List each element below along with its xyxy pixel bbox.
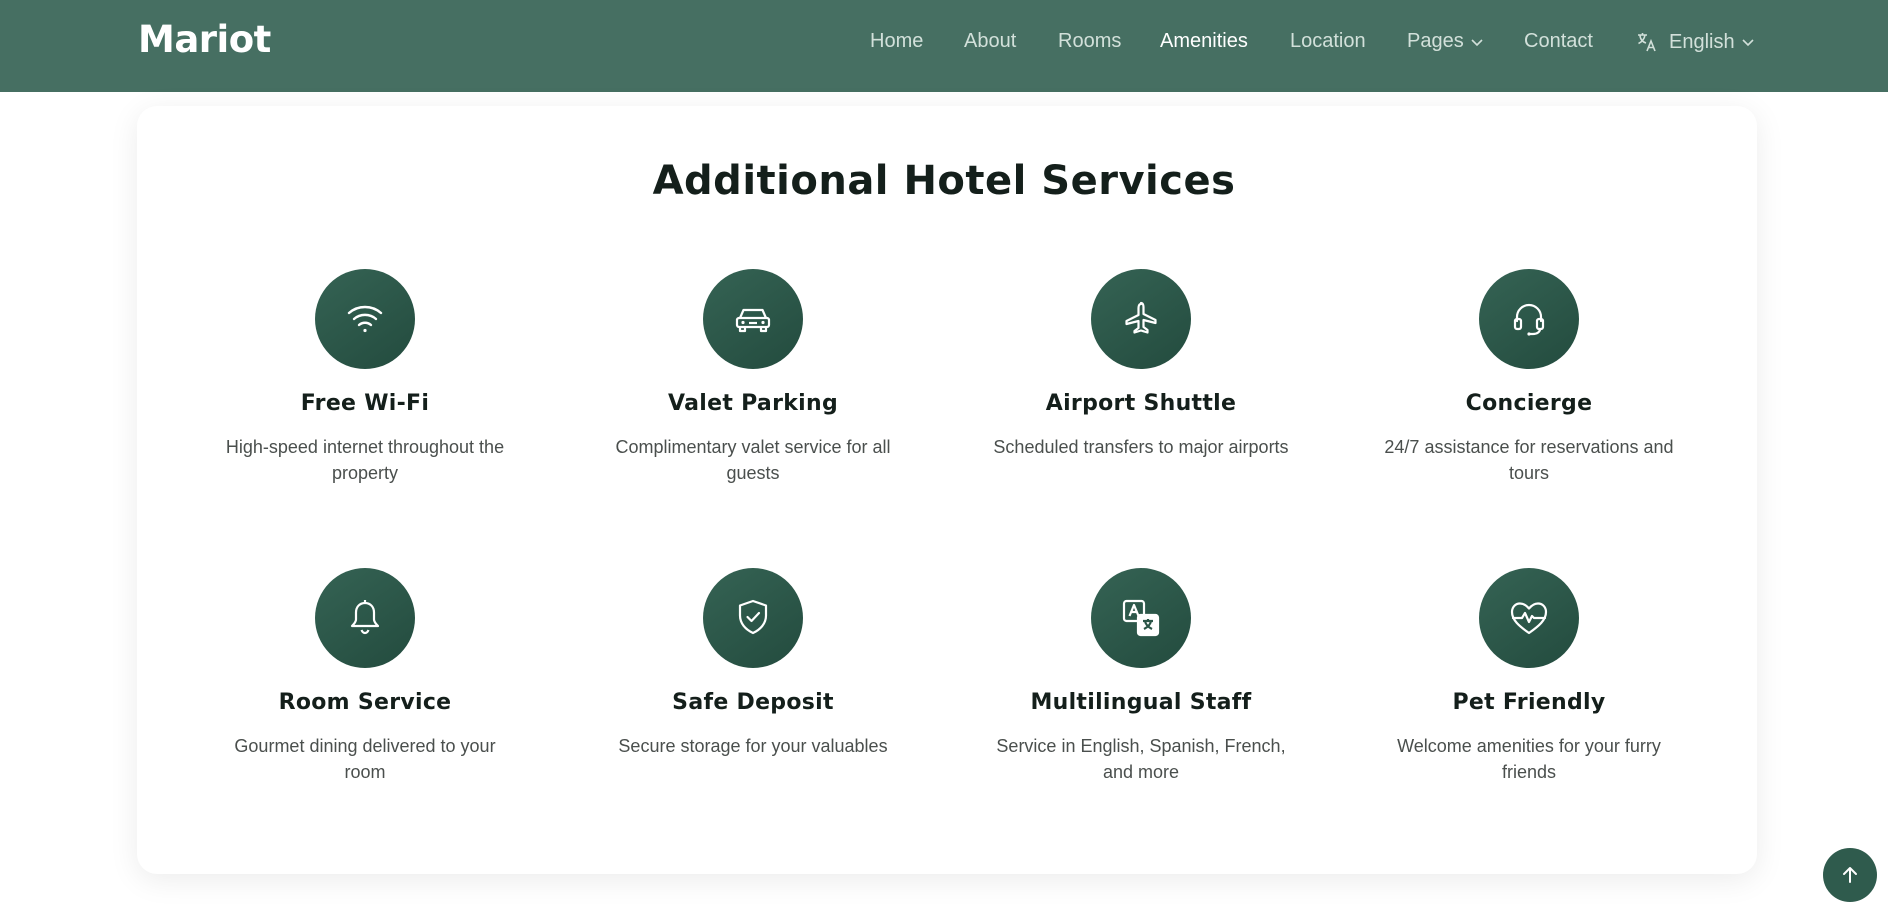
wifi-icon [347,305,383,333]
service-title: Multilingual Staff [1030,690,1252,715]
service-title: Safe Deposit [672,690,834,715]
service-title: Airport Shuttle [1045,391,1237,416]
site-header: Mariot Home About Rooms Amenities Locati… [0,0,1888,92]
scroll-to-top-button[interactable] [1823,848,1877,902]
nav-item-home[interactable]: Home [870,30,923,53]
service-icon-circle [703,568,803,668]
service-icon-circle [1479,568,1579,668]
chevron-down-icon [1471,38,1483,46]
service-description: Secure storage for your valuables [618,736,888,756]
nav-item-rooms[interactable]: Rooms [1058,30,1121,53]
main-nav: Home About Rooms Amenities Location Page… [0,0,1888,85]
service-description: Complimentary valet service for all gues… [615,437,891,483]
nav-item-pages[interactable]: Pages [1407,30,1484,53]
airplane-icon [1125,301,1157,334]
service-icon-circle [315,568,415,668]
shield-check-icon [738,599,768,635]
service-item-room-service: Room Service Gourmet dining delivered to… [200,568,530,785]
service-title: Concierge [1465,391,1593,416]
service-item-safe-deposit: Safe Deposit Secure storage for your val… [588,568,918,759]
service-item-concierge: Concierge 24/7 assistance for reservatio… [1364,269,1694,486]
service-description: Gourmet dining delivered to your room [234,736,496,782]
nav-item-location[interactable]: Location [1290,30,1366,53]
service-icon-circle [1091,269,1191,369]
service-title: Pet Friendly [1452,690,1606,715]
service-icon-circle [1091,568,1191,668]
service-icon-circle [315,269,415,369]
language-label: English [1669,30,1735,53]
service-item-wifi: Free Wi-Fi High-speed internet throughou… [200,269,530,486]
chevron-down-icon [1742,39,1754,47]
service-description: 24/7 assistance for reservations and tou… [1384,437,1674,483]
service-description: Welcome amenities for your furry friends [1397,736,1661,782]
service-title: Room Service [278,690,452,715]
service-description: Service in English, Spanish, French, and… [996,736,1286,782]
service-description: High-speed internet throughout the prope… [225,437,505,483]
nav-item-contact[interactable]: Contact [1524,30,1593,53]
section-title: Additional Hotel Services [652,158,1236,204]
service-item-multilingual: Multilingual Staff Service in English, S… [976,568,1306,785]
service-item-valet: Valet Parking Complimentary valet servic… [588,269,918,486]
translate-icon [1638,33,1656,52]
service-icon-circle [703,269,803,369]
car-icon [735,308,771,333]
headset-icon [1513,303,1545,336]
nav-item-amenities[interactable]: Amenities [1160,30,1248,53]
service-description: Scheduled transfers to major airports [993,437,1289,457]
nav-item-about[interactable]: About [964,30,1016,53]
service-title: Free Wi-Fi [300,391,430,416]
service-title: Valet Parking [667,391,839,416]
arrow-up-icon [1843,867,1857,883]
service-item-pet-friendly: Pet Friendly Welcome amenities for your … [1364,568,1694,785]
translate-icon [1122,599,1160,637]
bell-icon [350,600,380,635]
service-icon-circle [1479,269,1579,369]
language-selector[interactable]: English [1635,30,1755,54]
service-item-shuttle: Airport Shuttle Scheduled transfers to m… [976,269,1306,460]
nav-item-pages-label: Pages [1407,30,1464,52]
heart-pulse-icon [1510,602,1548,635]
